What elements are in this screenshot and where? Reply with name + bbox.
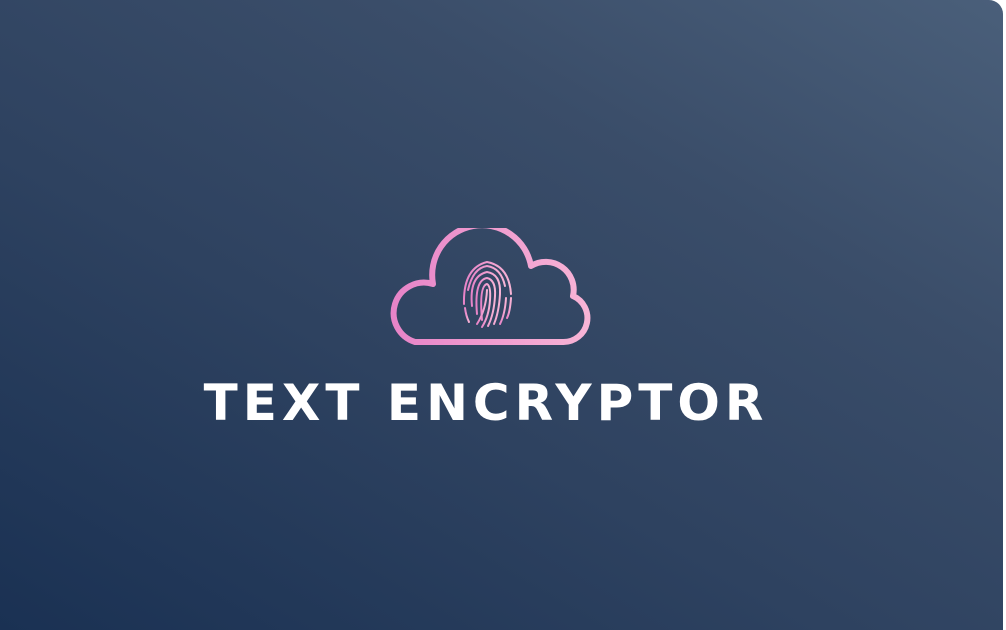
splash-screen: TEXT ENCRYPTOR (0, 0, 1003, 630)
cloud-outline (390, 228, 591, 346)
cloud-fingerprint-icon (390, 228, 591, 346)
app-title: TEXT ENCRYPTOR (203, 374, 769, 432)
fingerprint-icon (462, 260, 512, 328)
